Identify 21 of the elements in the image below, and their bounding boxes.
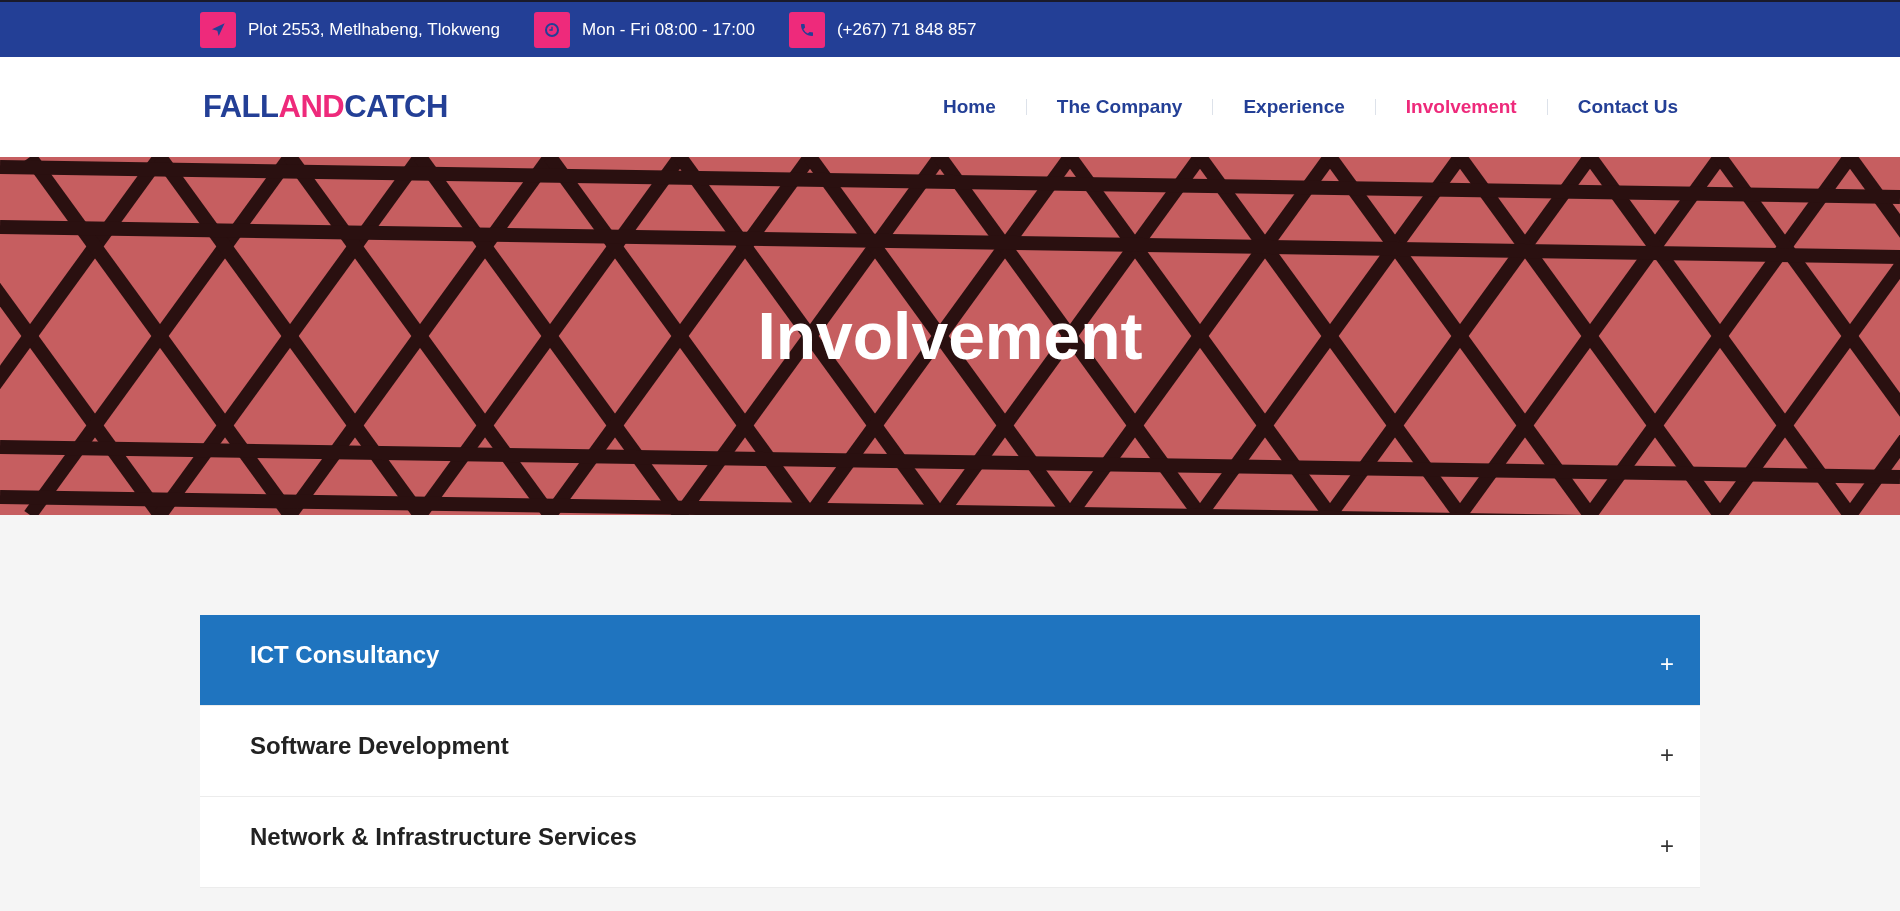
navigation-arrow-icon [210, 21, 226, 38]
contact-info-text: (+267) 71 848 857 [836, 19, 977, 40]
expand-toggle[interactable]: + [1660, 741, 1674, 769]
nav-link[interactable]: Contact Us [1577, 96, 1678, 118]
contact-info-text: Mon - Fri 08:00 - 17:00 [582, 19, 755, 40]
nav-link[interactable]: Home [943, 96, 996, 118]
nav-link[interactable]: Experience [1243, 96, 1345, 118]
expand-toggle[interactable]: + [1660, 650, 1674, 678]
accordion-title: ICT Consultancy [250, 641, 440, 669]
nav-link[interactable]: The Company [1056, 96, 1183, 118]
expand-toggle[interactable]: + [1660, 832, 1674, 860]
accordion-title: Software Development [250, 732, 509, 760]
accordion-header[interactable]: ICT Consultancy + [200, 615, 1700, 706]
nav-link[interactable]: Involvement [1405, 96, 1517, 118]
accordion-title: Network & Infrastructure Services [250, 823, 637, 851]
accordion-header[interactable]: Software Development + [200, 706, 1700, 797]
clock-icon [544, 21, 561, 38]
accordion-header[interactable]: Network & Infrastructure Services + [200, 797, 1700, 888]
phone-icon [798, 21, 815, 38]
logo[interactable]: FALLANDCATCH [203, 89, 448, 125]
contact-info-text: Plot 2553, Metlhabeng, Tlokweng [248, 19, 501, 40]
